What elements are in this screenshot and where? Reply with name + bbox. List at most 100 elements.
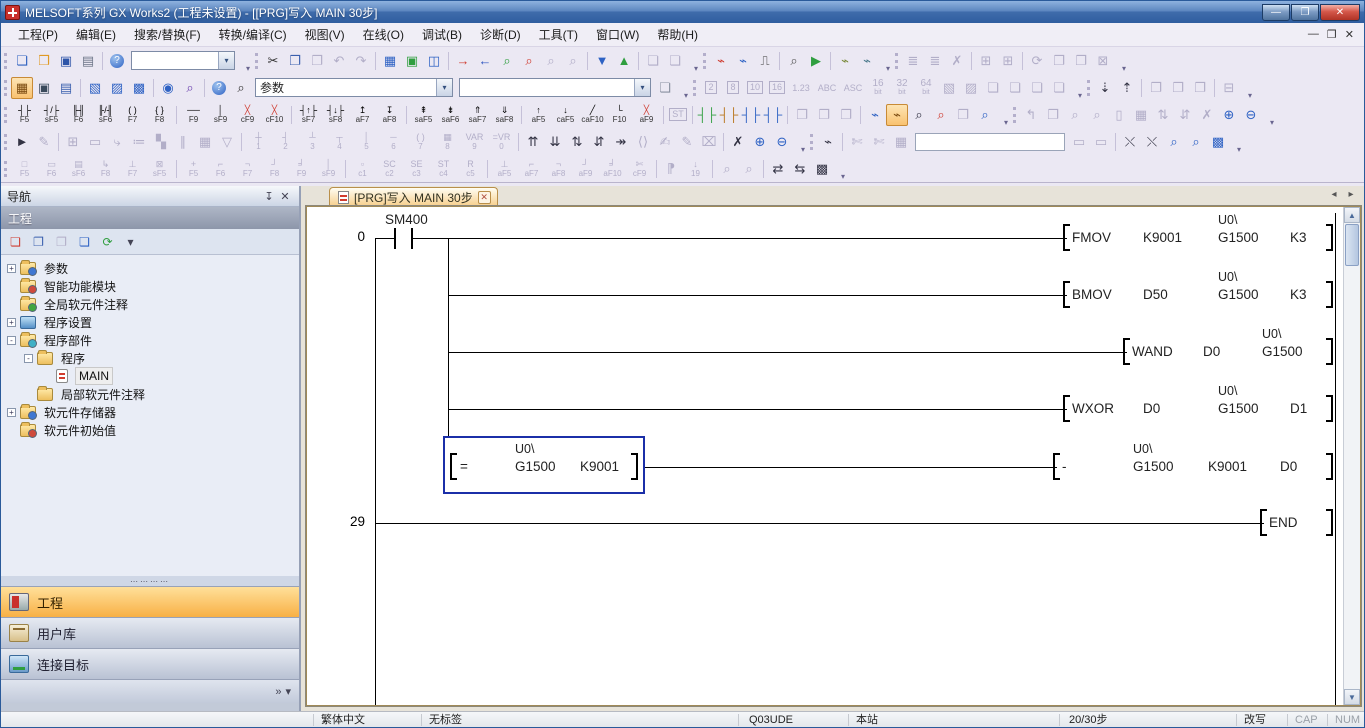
minimize-button[interactable]: — — [1262, 4, 1290, 21]
nav-sort-icon[interactable]: ▾ — [120, 231, 141, 252]
wire-mode-icon[interactable]: ⌁ — [864, 104, 886, 126]
compare-operator[interactable]: = — [458, 458, 470, 475]
compare-operand-g1500[interactable]: G1500 — [513, 458, 558, 475]
vertical-scrollbar[interactable]: ▲ ▼ — [1343, 207, 1360, 705]
compare-operand-k9001[interactable]: K9001 — [578, 458, 621, 475]
ladder-monitor-icon[interactable]: ⌁ — [710, 50, 732, 72]
nav-more-arrow[interactable]: ▾ — [285, 685, 291, 698]
operand-k9001[interactable]: K9001 — [1141, 229, 1184, 246]
instruction-bmov[interactable]: BMOV — [1070, 286, 1114, 303]
closed-branch-button[interactable]: ╟/╢sF6 — [92, 102, 119, 127]
tree-item-全局软元件注释[interactable]: 全局软元件注释 — [1, 295, 299, 313]
operand-g1500[interactable]: G1500 — [1131, 458, 1176, 475]
device-comment-list-icon[interactable]: ▧ — [84, 77, 106, 99]
quick-access-combobox[interactable]: ▾ — [131, 51, 235, 70]
function-block-icon[interactable]: ▣ — [33, 77, 55, 99]
coil-button[interactable]: ( )F7 — [119, 102, 146, 127]
nav-more-chevron[interactable]: » — [275, 686, 281, 698]
operand-d50[interactable]: D50 — [1141, 286, 1170, 303]
menu-item-3[interactable]: 搜索/替换(F) — [125, 23, 210, 46]
invert-result-button[interactable]: ↑aF5 — [525, 102, 552, 127]
toolbar-overflow-icon[interactable]: ▾ — [841, 172, 845, 181]
new-project-icon[interactable]: ❏ — [11, 50, 33, 72]
toolbar-grip[interactable] — [4, 134, 7, 150]
mdi-restore-icon[interactable]: ❐ — [1327, 28, 1337, 41]
rung-down-icon[interactable]: ⇊ — [544, 131, 566, 153]
tree-item-参数[interactable]: +参数 — [1, 259, 299, 277]
falling-pulse-button[interactable]: ┤↓├sF8 — [322, 102, 349, 127]
tree-item-程序[interactable]: -程序 — [1, 349, 299, 367]
menu-item-9[interactable]: 工具(T) — [530, 23, 587, 46]
expand-icon[interactable]: + — [7, 408, 16, 417]
toolbar-overflow-icon[interactable]: ▾ — [1270, 118, 1274, 127]
delete-hline-button[interactable]: ╳cF9 — [234, 102, 261, 127]
falling-pulse-branch-button[interactable]: ↧aF8 — [376, 102, 403, 127]
operand-g1500[interactable]: G1500 — [1216, 400, 1261, 417]
menu-item-4[interactable]: 转换/编译(C) — [210, 23, 296, 46]
toolbar-grip[interactable] — [1013, 107, 1016, 123]
open-contact-button[interactable]: ┤├F5 — [11, 102, 38, 127]
tree-item-程序设置[interactable]: +程序设置 — [1, 313, 299, 331]
operand-g1500[interactable]: G1500 — [1260, 343, 1305, 360]
help-icon[interactable]: ? — [106, 50, 128, 72]
operand-d0[interactable]: D0 — [1141, 400, 1162, 417]
operand-d1[interactable]: D1 — [1288, 400, 1309, 417]
wire-cut1-icon[interactable]: ⤬ — [1119, 131, 1141, 153]
menu-item-8[interactable]: 诊断(D) — [471, 23, 530, 46]
device-find-icon[interactable]: ⌕ — [179, 77, 201, 99]
device-comment-icon[interactable]: ▦ — [379, 50, 401, 72]
cut-icon[interactable]: ✂ — [262, 50, 284, 72]
toolbar-grip[interactable] — [255, 53, 258, 69]
wire-cut2-icon[interactable]: ⤬ — [1141, 131, 1163, 153]
pulse-result-button[interactable]: ↓caF5 — [552, 102, 579, 127]
expand-icon[interactable]: + — [7, 264, 16, 273]
toolbar-grip[interactable] — [1087, 80, 1090, 96]
closed-contact-button[interactable]: ┤/├sF5 — [38, 102, 65, 127]
trace-icon[interactable]: ⌁ — [834, 50, 856, 72]
save-icon[interactable]: ▣ — [55, 50, 77, 72]
pulse-monitor-icon[interactable]: ⎍ — [754, 50, 776, 72]
entry-monitor-icon[interactable]: ⌁ — [732, 50, 754, 72]
tab-scroll-left-icon[interactable]: ◂ — [1327, 189, 1341, 200]
help2-icon[interactable]: ? — [208, 77, 230, 99]
delete-vline-button[interactable]: ╳cF10 — [261, 102, 288, 127]
close-button[interactable]: ✕ — [1320, 4, 1360, 21]
select-mode-icon[interactable]: ► — [11, 131, 33, 153]
operand-k3[interactable]: K3 — [1288, 229, 1309, 246]
operand-k3[interactable]: K3 — [1288, 286, 1309, 303]
toolbar-overflow-icon[interactable]: ▾ — [886, 64, 890, 73]
menu-item-11[interactable]: 帮助(H) — [648, 23, 707, 46]
device-monitor-icon[interactable]: ▣ — [401, 50, 423, 72]
restore-button[interactable]: ❐ — [1291, 4, 1319, 21]
toolbar-overflow-icon[interactable]: ▾ — [1237, 145, 1241, 154]
nav-close-icon[interactable]: ✕ — [277, 190, 293, 203]
menu-item-6[interactable]: 在线(O) — [354, 23, 413, 46]
combo-dropdown-icon[interactable]: ▾ — [218, 52, 234, 69]
scroll-track[interactable] — [1344, 223, 1360, 689]
tab-main-program[interactable]: [PRG]写入 MAIN 30步 ✕ — [329, 187, 498, 206]
instruction-end[interactable]: END — [1267, 514, 1300, 531]
operand-d0[interactable]: D0 — [1201, 343, 1222, 360]
tree-item-程序部件[interactable]: -程序部件 — [1, 331, 299, 349]
tree-item-MAIN[interactable]: MAIN — [1, 367, 299, 385]
trace-condition-input[interactable] — [915, 133, 1065, 151]
window-select-combobox[interactable]: 参数▾ — [255, 78, 453, 97]
monitor-start-icon[interactable]: ⌕ — [496, 50, 518, 72]
contact-sm400[interactable]: SM400 — [383, 211, 430, 228]
trace-result-icon[interactable]: ▩ — [1207, 131, 1229, 153]
tree-item-智能功能模块[interactable]: 智能功能模块 — [1, 277, 299, 295]
outline-expand-icon[interactable]: ⇡ — [1116, 77, 1138, 99]
device-memory-icon[interactable]: ▨ — [106, 77, 128, 99]
tree-item-软元件初始值[interactable]: 软元件初始值 — [1, 421, 299, 439]
cross-reference-icon[interactable]: ⌕ — [230, 77, 252, 99]
instruction-fmov[interactable]: FMOV — [1070, 229, 1113, 246]
nav-view-project-button[interactable]: 工程 — [1, 586, 299, 617]
delete-cell-icon[interactable]: ┤├ — [762, 104, 784, 126]
combo-dropdown-icon[interactable]: ▾ — [634, 79, 650, 96]
zoom-out-icon[interactable]: ⊖ — [1240, 104, 1262, 126]
delete-wire-icon[interactable]: ✗ — [727, 131, 749, 153]
collapse-icon[interactable]: - — [24, 354, 33, 363]
combo-dropdown-icon[interactable]: ▾ — [436, 79, 452, 96]
doc-icon[interactable]: ❏ — [654, 77, 676, 99]
write-mode-icon[interactable]: ⌕ — [930, 104, 952, 126]
